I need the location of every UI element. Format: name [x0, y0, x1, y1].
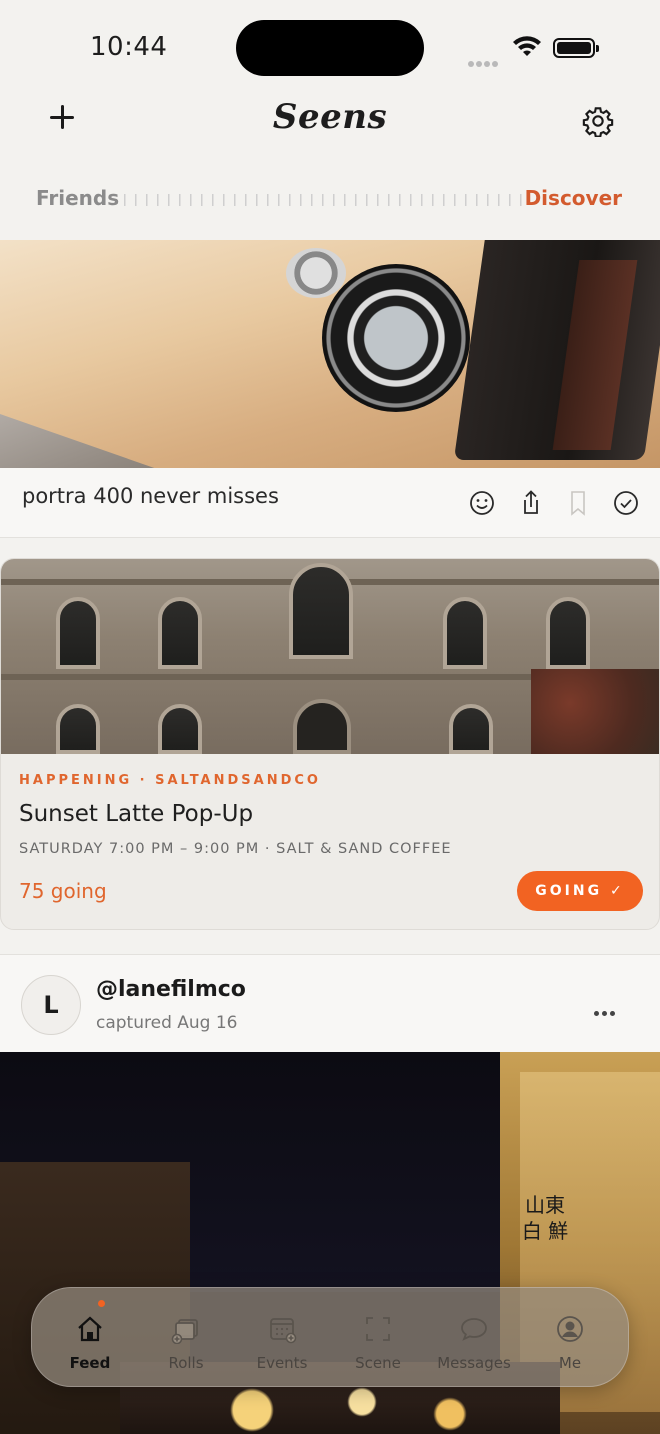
- segment-slider-track[interactable]: [124, 194, 524, 206]
- tab-label: Scene: [355, 1354, 401, 1372]
- event-title: Sunset Latte Pop-Up: [19, 801, 254, 827]
- status-time: 10:44: [90, 32, 168, 62]
- tab-bar: Feed Rolls Events Scene Messages Me: [31, 1287, 629, 1387]
- photo-sign-text: 山東 白 鮮: [521, 1193, 569, 1243]
- dynamic-island: [236, 20, 424, 76]
- tab-me[interactable]: Me: [522, 1288, 618, 1388]
- share-icon[interactable]: [516, 488, 546, 518]
- going-count: 75 going: [19, 879, 107, 903]
- post-author-handle[interactable]: @lanefilmco: [96, 977, 246, 1002]
- scan-icon: [366, 1317, 390, 1341]
- event-meta: HAPPENING · SALTANDSANDCO: [19, 773, 321, 788]
- tab-scene[interactable]: Scene: [330, 1288, 426, 1388]
- tab-label: Events: [256, 1354, 308, 1372]
- status-bar: 10:44: [0, 0, 660, 95]
- post-captured-date: captured Aug 16: [96, 1013, 238, 1033]
- active-indicator: [98, 1300, 105, 1307]
- gear-icon[interactable]: [582, 105, 614, 137]
- tab-label: Messages: [437, 1354, 511, 1372]
- checkmark-circle-icon[interactable]: [611, 488, 641, 518]
- react-emoji-icon[interactable]: [467, 488, 497, 518]
- bookmark-icon[interactable]: [563, 488, 593, 518]
- app-header: Seens: [0, 95, 660, 155]
- avatar[interactable]: L: [21, 975, 81, 1035]
- segment-discover[interactable]: Discover: [525, 186, 622, 210]
- segment-friends[interactable]: Friends: [36, 186, 119, 210]
- post-card: portra 400 never misses: [0, 240, 660, 538]
- cellular-signal-icon: [468, 52, 502, 67]
- event-datetime: SATURDAY 7:00 PM – 9:00 PM · SALT & SAND…: [19, 841, 452, 857]
- more-options-icon[interactable]: [594, 1001, 620, 1016]
- tab-feed[interactable]: Feed: [42, 1288, 138, 1388]
- post-photo[interactable]: [0, 240, 660, 468]
- battery-icon: [553, 38, 599, 58]
- tab-messages[interactable]: Messages: [426, 1288, 522, 1388]
- tab-label: Rolls: [168, 1354, 204, 1372]
- person-icon: [557, 1316, 583, 1342]
- tab-rolls[interactable]: Rolls: [138, 1288, 234, 1388]
- rolls-icon: [171, 1319, 198, 1344]
- feed-segment-control: Friends Discover: [0, 183, 660, 217]
- wifi-icon: [513, 36, 541, 56]
- chat-bubble-icon: [461, 1318, 487, 1341]
- post-caption-row: portra 400 never misses: [0, 468, 660, 538]
- app-logo: Seens: [272, 97, 388, 137]
- tab-events[interactable]: Events: [234, 1288, 330, 1388]
- post-caption: portra 400 never misses: [22, 484, 279, 508]
- going-button[interactable]: GOING ✓: [517, 871, 643, 911]
- event-card[interactable]: HAPPENING · SALTANDSANDCO Sunset Latte P…: [0, 558, 660, 930]
- calendar-icon: [270, 1318, 297, 1344]
- event-photo: [1, 559, 659, 754]
- tab-label: Feed: [69, 1354, 111, 1372]
- house-icon: [78, 1316, 102, 1342]
- tab-label: Me: [558, 1354, 582, 1372]
